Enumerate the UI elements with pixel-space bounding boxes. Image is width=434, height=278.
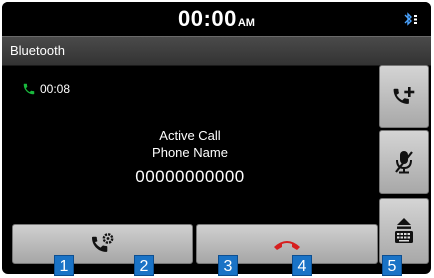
callout-5: 5 [382,255,402,276]
add-call-icon [393,86,415,104]
title-bar: Bluetooth [2,36,431,66]
call-settings-icon [91,233,113,252]
page-title: Bluetooth [10,43,65,58]
callout-4: 4 [292,255,312,276]
microphone-mute-icon [395,151,413,174]
callout-2: 2 [134,255,154,276]
call-duration: 00:08 [40,82,71,96]
caller-number: 00000000000 [135,167,245,186]
signal-icon [414,15,417,17]
call-info-panel: 00:08 Active Call Phone Name 00000000000 [2,65,378,220]
call-settings-button[interactable] [12,224,193,264]
keypad-icon [395,218,413,243]
caller-name: Phone Name [152,145,228,160]
mute-microphone-button[interactable] [379,130,429,194]
bluetooth-icon [404,12,417,26]
callout-3: 3 [218,255,238,276]
call-status-block: Active Call Phone Name [2,127,378,161]
clock-ampm: AM [237,17,255,29]
status-bar: 00:00AM [2,2,431,36]
callout-1: 1 [54,255,74,276]
add-call-button[interactable] [379,65,429,128]
call-status-text: Active Call [159,128,221,143]
clock: 00:00AM [2,6,431,32]
head-unit-screen: 00:00AM Bluetooth 00:08 Active Call Phon… [2,2,431,274]
bluetooth-status [403,11,421,27]
end-call-icon [274,241,300,250]
clock-time: 00:00 [178,6,237,31]
call-timer: 00:08 [22,82,70,96]
phone-icon [23,83,35,95]
